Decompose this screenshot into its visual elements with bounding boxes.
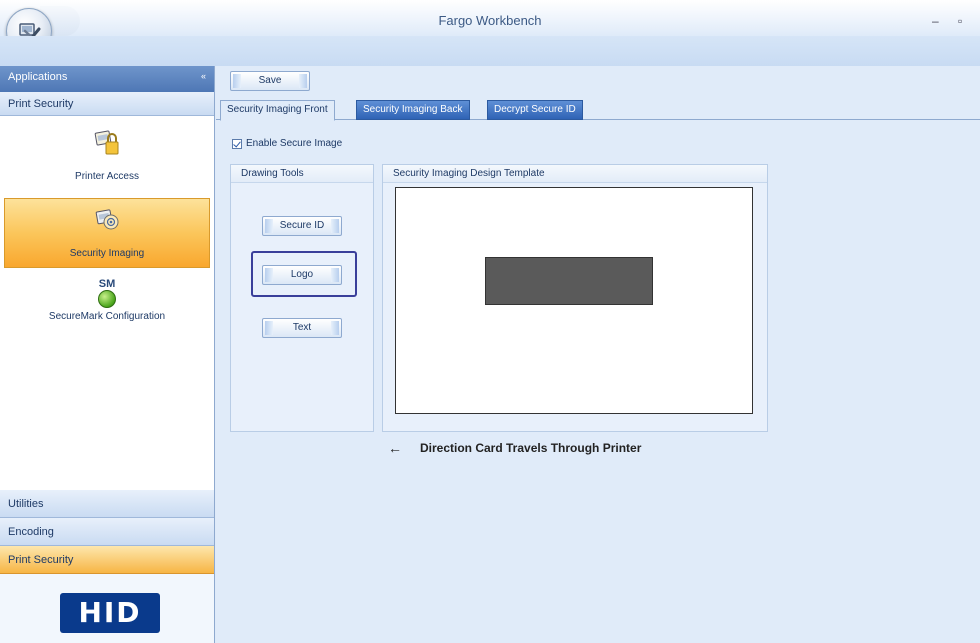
nav-group-print-security-bottom[interactable]: Print Security <box>0 546 214 574</box>
title-bar: Fargo Workbench – ▫ <box>0 0 980 66</box>
left-arrow-icon: ← <box>388 440 402 456</box>
secure-id-button[interactable]: Secure ID <box>262 216 342 236</box>
nav-header-label: Applications <box>8 71 68 83</box>
printer-lock-icon <box>94 130 119 155</box>
logo-area: HID <box>0 583 214 643</box>
direction-text: Direction Card Travels Through Printer <box>420 441 642 455</box>
nav-header[interactable]: Applications « <box>0 66 214 92</box>
checkbox-checked[interactable] <box>232 138 242 149</box>
nav-item-list: Printer Access Security Imaging SM Secur… <box>0 116 214 490</box>
logo-button[interactable]: Logo <box>262 265 342 285</box>
direction-note: ← Direction Card Travels Through Printer <box>388 440 641 456</box>
hid-logo: HID <box>60 593 160 633</box>
drawing-tools-group: Drawing Tools <box>230 164 374 432</box>
design-template-canvas[interactable] <box>395 187 753 414</box>
logo-placeholder[interactable] <box>485 257 653 305</box>
security-imaging-icon <box>95 209 119 230</box>
enable-secure-image-checkbox[interactable]: Enable Secure Image <box>232 138 342 149</box>
nav-group-utilities[interactable]: Utilities <box>0 490 214 518</box>
nav-item-printer-access[interactable]: Printer Access <box>4 120 210 190</box>
maximize-button[interactable]: ▫ <box>958 14 962 28</box>
save-button[interactable]: Save <box>230 71 310 91</box>
design-template-title: Security Imaging Design Template <box>383 165 767 183</box>
text-label: Text <box>292 322 312 333</box>
tab-strip: Security Imaging Front Security Imaging … <box>216 98 980 121</box>
window-title: Fargo Workbench <box>438 13 542 28</box>
sm-badge: SM <box>98 278 116 290</box>
minimize-button[interactable]: – <box>932 14 939 28</box>
green-status-dot <box>98 290 116 308</box>
logo-label: Logo <box>290 269 314 280</box>
nav-group-encoding[interactable]: Encoding <box>0 518 214 546</box>
tab-decrypt-secure-id[interactable]: Decrypt Secure ID <box>487 100 583 120</box>
navigation-pane: Applications « Print Security Printer Ac… <box>0 66 215 643</box>
nav-item-security-imaging[interactable]: Security Imaging <box>4 198 210 268</box>
nav-group-print-security[interactable]: Print Security <box>0 92 214 116</box>
ribbon-strip <box>0 36 980 66</box>
save-button-label: Save <box>258 75 282 86</box>
tab-security-imaging-back[interactable]: Security Imaging Back <box>356 100 470 120</box>
nav-item-label: Printer Access <box>75 171 139 182</box>
drawing-tools-title: Drawing Tools <box>231 165 373 183</box>
text-button[interactable]: Text <box>262 318 342 338</box>
main-content: Save Security Imaging Front Security Ima… <box>216 66 980 643</box>
nav-bottom-groups: Utilities Encoding Print Security <box>0 490 214 574</box>
secure-id-label: Secure ID <box>279 220 325 231</box>
nav-item-label: Security Imaging <box>69 248 145 259</box>
tab-security-imaging-front[interactable]: Security Imaging Front <box>220 100 335 121</box>
nav-item-securemark-configuration[interactable]: SM SecureMark Configuration <box>4 270 210 342</box>
collapse-chevron-icon[interactable]: « <box>201 71 206 81</box>
nav-item-label: SecureMark Configuration <box>48 311 166 322</box>
enable-secure-image-label: Enable Secure Image <box>246 138 343 149</box>
securemark-icon: SM <box>98 278 116 308</box>
